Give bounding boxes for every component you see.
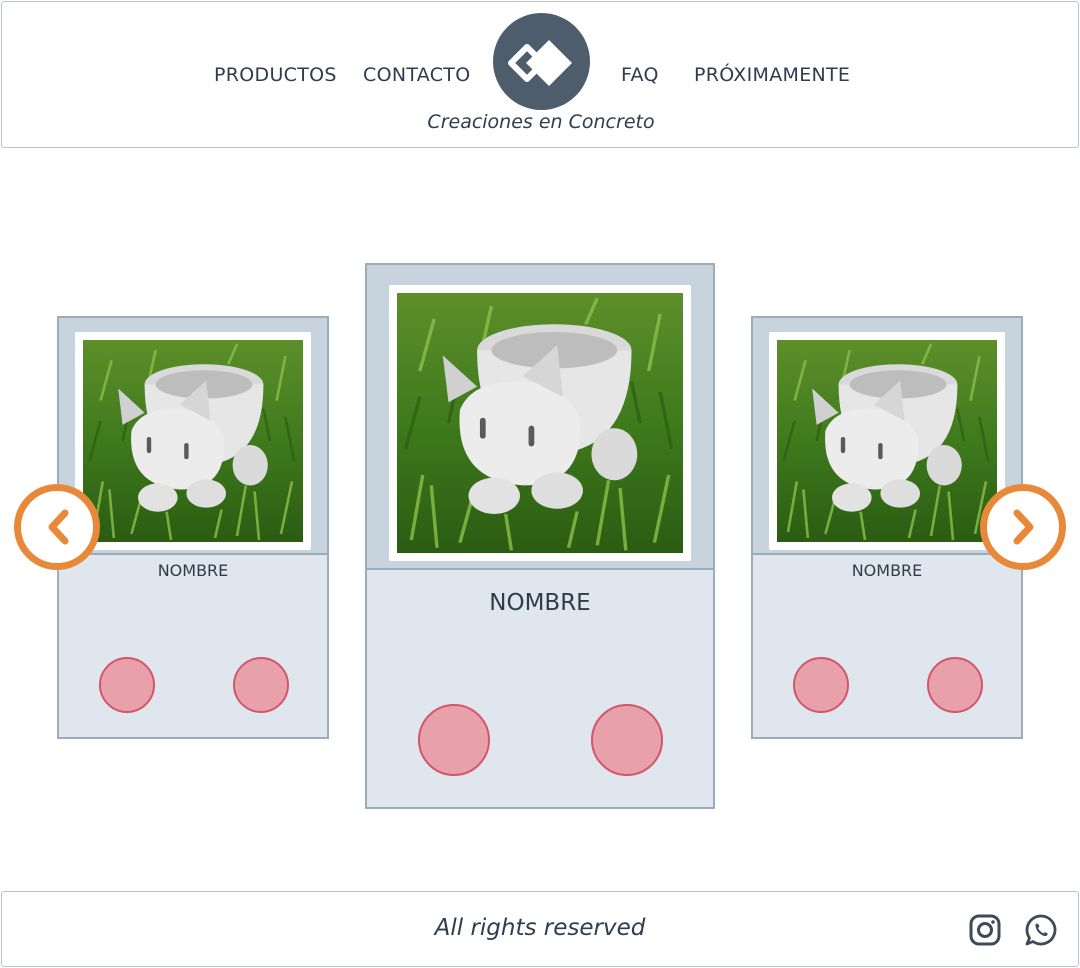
option-dot[interactable] — [233, 657, 289, 713]
carousel-next-button[interactable] — [980, 484, 1066, 570]
nav-faq[interactable]: FAQ — [621, 64, 659, 86]
product-name: NOMBRE — [157, 561, 229, 580]
chevron-left-icon — [48, 509, 69, 545]
product-card-center[interactable]: NOMBRE — [365, 263, 715, 809]
option-dot[interactable] — [927, 657, 983, 713]
planter-image-icon — [397, 293, 683, 553]
option-dot[interactable] — [99, 657, 155, 713]
chevron-right-icon — [1013, 509, 1034, 545]
product-name: NOMBRE — [851, 561, 923, 580]
whatsapp-icon — [1025, 914, 1057, 946]
product-name: NOMBRE — [489, 590, 591, 616]
planter-image-icon — [777, 340, 997, 542]
nav-proximamente[interactable]: PRÓXIMAMENTE — [694, 64, 850, 86]
instagram-link[interactable] — [968, 913, 1002, 947]
photo-frame — [367, 265, 713, 570]
diamond-logo-icon — [508, 40, 572, 86]
site-footer: All rights reserved — [1, 891, 1079, 967]
instagram-icon — [969, 914, 1001, 946]
nav-contacto[interactable]: CONTACTO — [363, 64, 470, 86]
option-dot[interactable] — [793, 657, 849, 713]
brand-logo[interactable] — [493, 13, 590, 110]
product-photo — [389, 285, 691, 561]
nav-productos[interactable]: PRODUCTOS — [214, 64, 337, 86]
planter-image-icon — [83, 340, 303, 542]
site-header: PRODUCTOS CONTACTO FAQ PRÓXIMAMENTE Crea… — [1, 1, 1079, 148]
product-photo — [75, 332, 311, 550]
product-photo — [769, 332, 1005, 550]
copyright-text: All rights reserved — [434, 915, 646, 941]
option-dot[interactable] — [418, 704, 490, 776]
carousel-prev-button[interactable] — [14, 484, 100, 570]
option-dot[interactable] — [591, 704, 663, 776]
brand-tagline: Creaciones en Concreto — [427, 111, 655, 133]
whatsapp-link[interactable] — [1024, 913, 1058, 947]
